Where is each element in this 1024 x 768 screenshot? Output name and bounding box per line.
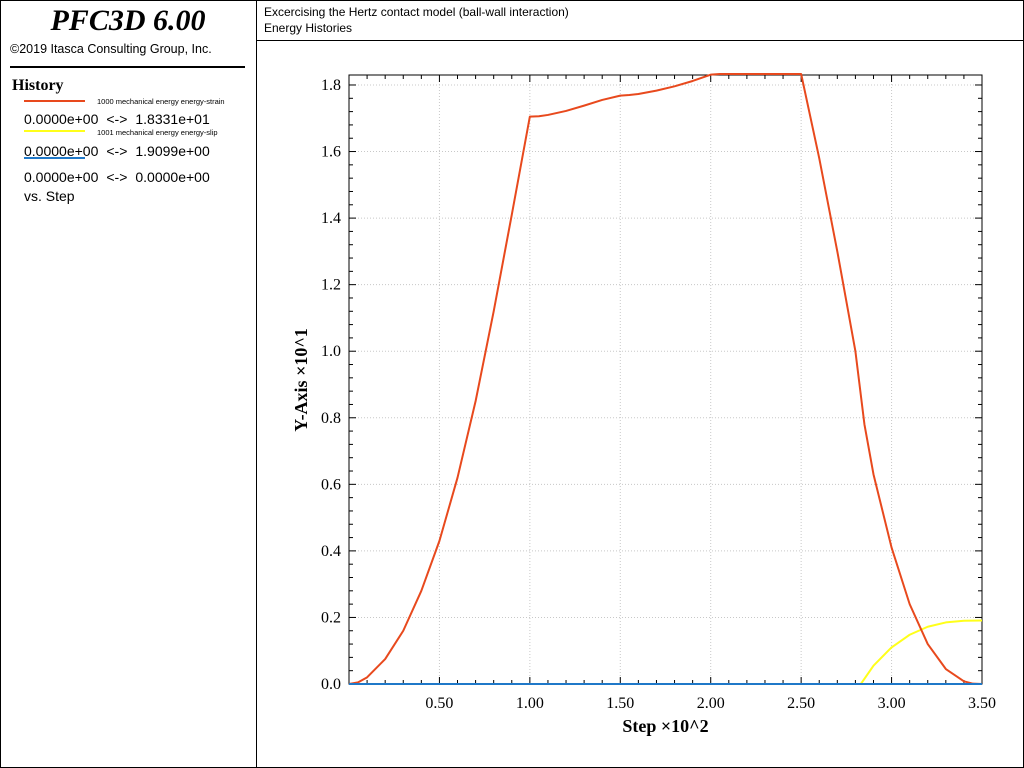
y-tick-label: 0.4 bbox=[321, 543, 341, 560]
y-tick-label: 1.6 bbox=[321, 144, 341, 161]
plot-area-border bbox=[348, 74, 983, 685]
plot-header-subtitle: Energy Histories bbox=[264, 21, 353, 35]
series-line-0 bbox=[348, 73, 983, 685]
energy-history-chart: 0.0 0.2 0.4 0.6 0.8 1.0 1.2 1.4 1.6 1.8 0.50 1.00 1.… bbox=[291, 73, 996, 736]
y-tick-label: 0.8 bbox=[321, 410, 341, 427]
x-tick-label: 0.50 bbox=[425, 695, 453, 712]
x-tick-label: 2.50 bbox=[787, 695, 815, 712]
y-tick-label: 1.4 bbox=[321, 210, 341, 227]
plot-header-title: Excercising the Hertz contact model (bal… bbox=[264, 5, 569, 19]
range-max: 1.9099e+00 bbox=[135, 143, 210, 159]
range-arrow: <-> bbox=[106, 143, 128, 159]
y-tick-label: 0.6 bbox=[321, 476, 341, 493]
legend-name-slip: 1001 mechanical energy energy-slip bbox=[97, 128, 218, 137]
x-axis-label: Step ×10^2 bbox=[622, 716, 708, 736]
legend-title: History bbox=[12, 77, 64, 94]
y-tick-label: 1.2 bbox=[321, 277, 341, 294]
legend-name-strain: 1000 mechanical energy energy-strain bbox=[97, 97, 225, 106]
x-tick-label: 3.00 bbox=[878, 695, 906, 712]
y-tick-label: 0.0 bbox=[321, 676, 341, 693]
legend-vs-step: vs. Step bbox=[24, 188, 75, 204]
logo-divider bbox=[10, 66, 245, 68]
range-min: 0.0000e+00 bbox=[24, 169, 99, 185]
legend-swatch-strain bbox=[24, 100, 85, 102]
range-arrow: <-> bbox=[106, 169, 128, 185]
range-min: 0.0000e+00 bbox=[24, 111, 99, 127]
range-max: 0.0000e+00 bbox=[135, 169, 210, 185]
x-tick-label: 2.00 bbox=[697, 695, 725, 712]
legend-range-third: 0.0000e+00 <-> 0.0000e+00 bbox=[24, 169, 210, 185]
y-axis-label: Y-Axis ×10^1 bbox=[291, 328, 311, 432]
y-tick-label: 1.0 bbox=[321, 343, 341, 360]
series-line-1 bbox=[349, 619, 983, 685]
range-max: 1.8331e+01 bbox=[135, 111, 210, 127]
y-tick-label: 1.8 bbox=[321, 77, 341, 94]
x-tick-label: 1.50 bbox=[606, 695, 634, 712]
legend-range-strain: 0.0000e+00 <-> 1.8331e+01 bbox=[24, 111, 210, 127]
x-tick-label: 3.50 bbox=[968, 695, 996, 712]
copyright-text: ©2019 Itasca Consulting Group, Inc. bbox=[10, 42, 212, 56]
y-tick-label: 0.2 bbox=[321, 609, 341, 626]
range-arrow: <-> bbox=[106, 111, 128, 127]
x-tick-label: 1.00 bbox=[516, 695, 544, 712]
legend-swatch-slip bbox=[24, 130, 85, 132]
app-logo: PFC3D 6.00 bbox=[50, 4, 206, 37]
legend-swatch-third bbox=[24, 157, 85, 159]
